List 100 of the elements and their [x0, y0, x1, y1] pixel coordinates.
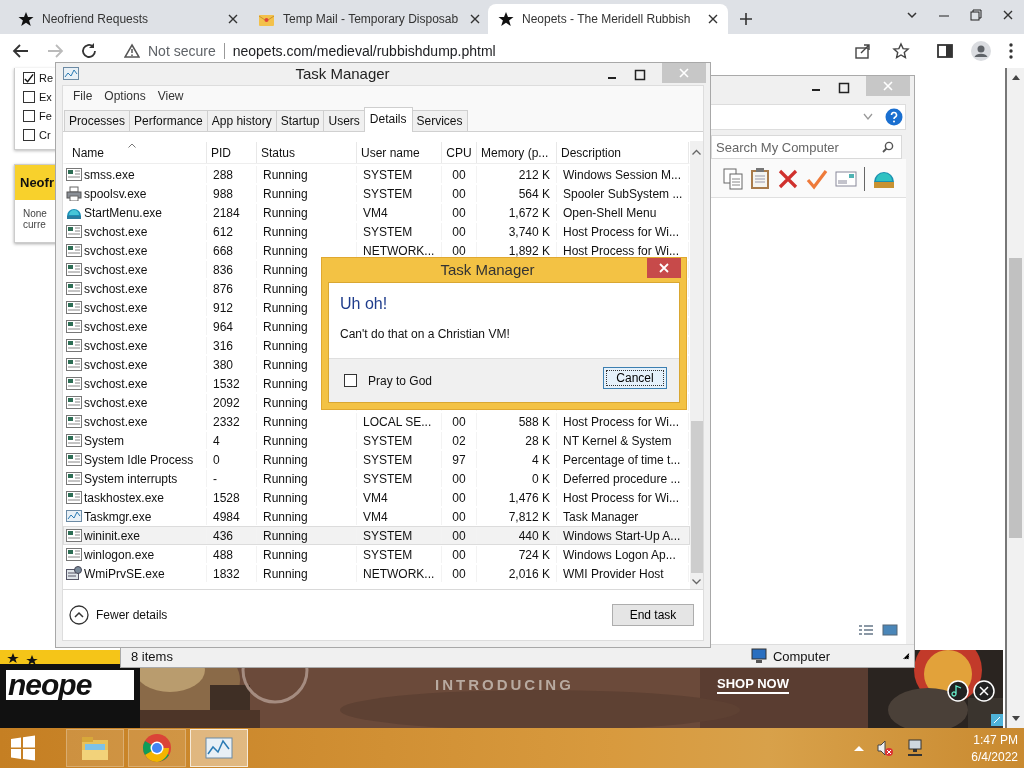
table-row[interactable]: smss.exe 288 Running SYSTEM 00 212 K Windows Session M...	[63, 165, 690, 184]
back-icon[interactable]	[12, 42, 30, 60]
delete-icon[interactable]	[777, 168, 799, 190]
checkbox[interactable]	[344, 374, 357, 387]
browser-tab[interactable]: Temp Mail - Temporary Disposab	[248, 4, 488, 34]
panel-text: None	[23, 208, 47, 219]
url-text[interactable]: neopets.com/medieval/rubbishdump.phtml	[232, 43, 496, 59]
end-task-button[interactable]: End task	[612, 604, 694, 626]
table-row[interactable]: System interrupts - Running SYSTEM 00 0 K Deferred procedure ...	[63, 469, 690, 488]
help-icon[interactable]	[885, 108, 903, 126]
table-cell: Spooler SubSystem ...	[563, 186, 683, 201]
table-cell: 1532	[213, 376, 240, 391]
checkmark-icon[interactable]	[806, 168, 828, 190]
column-header[interactable]: Memory (p...	[481, 145, 549, 160]
close-icon[interactable]	[226, 12, 240, 26]
column-header[interactable]: Name	[72, 145, 104, 160]
process-name: svchost.exe	[84, 319, 148, 334]
tab[interactable]: Services	[411, 110, 468, 131]
scroll-down-icon[interactable]	[1011, 716, 1020, 722]
scrollbar[interactable]	[690, 141, 703, 589]
table-row[interactable]: WmiPrvSE.exe 1832 Running NETWORK... 00 2,016 K WMI Provider Host	[63, 564, 690, 583]
browser-tab[interactable]: Neopets - The Meridell Rubbish	[488, 4, 728, 34]
table-cell: 0	[213, 452, 220, 467]
table-row[interactable]: StartMenu.exe 2184 Running VM4 00 1,672 K Open-Shell Menu	[63, 203, 690, 222]
maximize-icon[interactable]	[634, 69, 646, 81]
process-name: svchost.exe	[84, 338, 148, 353]
network-icon[interactable]	[906, 739, 924, 757]
sound-icon[interactable]	[947, 680, 969, 702]
checkbox[interactable]	[23, 110, 35, 122]
details-view-icon[interactable]	[858, 624, 874, 636]
table-cell: 3,740 K	[508, 224, 550, 239]
speaker-muted-icon[interactable]	[876, 739, 894, 757]
panel-text: curre	[23, 219, 46, 230]
table-cell: Running	[263, 167, 308, 182]
search-icon[interactable]	[882, 141, 894, 153]
page-scrollbar[interactable]	[1005, 68, 1024, 728]
table-row[interactable]: wininit.exe 436 Running SYSTEM 00 440 K Windows Start-Up A...	[63, 526, 690, 545]
menu-item[interactable]: View	[151, 89, 190, 103]
scroll-up-icon[interactable]	[692, 149, 701, 155]
close-icon[interactable]	[706, 12, 720, 26]
restore-icon[interactable]	[969, 8, 983, 22]
close-icon[interactable]	[1001, 8, 1015, 22]
table-row[interactable]: spoolsv.exe 988 Running SYSTEM 00 564 K Spooler SubSystem ...	[63, 184, 690, 203]
table-row[interactable]: taskhostex.exe 1528 Running VM4 00 1,476 K Host Process for Wi...	[63, 488, 690, 507]
large-icons-view-icon[interactable]	[882, 624, 898, 636]
start-icon[interactable]	[10, 735, 36, 761]
process-name: Taskmgr.exe	[84, 509, 152, 524]
column-header[interactable]: User name	[361, 145, 420, 160]
column-header[interactable]: CPU	[446, 145, 472, 160]
resize-grip-icon[interactable]	[902, 652, 910, 660]
column-header[interactable]: Status	[261, 145, 296, 160]
checkbox[interactable]	[23, 129, 35, 141]
close-icon[interactable]	[973, 680, 995, 702]
process-icon	[66, 319, 82, 334]
sort-icon[interactable]	[128, 143, 136, 148]
scroll-down-icon[interactable]	[692, 579, 701, 585]
tab[interactable]: Startup	[275, 110, 325, 131]
profile-icon[interactable]	[970, 40, 992, 62]
table-row[interactable]: Taskmgr.exe 4984 Running VM4 00 7,812 K Task Manager	[63, 507, 690, 526]
new-tab-icon[interactable]	[738, 11, 754, 27]
copy-icon[interactable]	[723, 168, 743, 190]
browser-tab[interactable]: Neofriend Requests	[8, 4, 248, 34]
search-field[interactable]: Search My Computer	[711, 135, 902, 159]
maximize-icon[interactable]	[838, 82, 850, 94]
star-outline-icon[interactable]	[892, 42, 910, 60]
dialog-heading: Uh oh!	[340, 295, 389, 313]
table-cell: 4 K	[532, 452, 550, 467]
tab[interactable]: Details	[363, 107, 413, 132]
tab[interactable]: Performance	[129, 110, 208, 131]
table-row[interactable]: System 4 Running SYSTEM 02 28 K NT Kernel & System	[63, 431, 690, 450]
process-icon	[66, 395, 82, 410]
column-header[interactable]: Description	[561, 145, 622, 160]
menu-item[interactable]: File	[67, 89, 99, 103]
table-row[interactable]: System Idle Process 0 Running SYSTEM 97 4 K Percentage of time t...	[63, 450, 690, 469]
table-cell: 00	[452, 243, 466, 258]
clipboard-icon[interactable]	[750, 168, 770, 190]
checkbox[interactable]	[23, 91, 35, 103]
table-cell: VM4	[363, 205, 388, 220]
table-row[interactable]: svchost.exe 2332 Running LOCAL SE... 00 588 K Host Process for Wi...	[63, 412, 690, 431]
process-icon	[66, 452, 82, 467]
table-row[interactable]: winlogon.exe 488 Running SYSTEM 00 724 K Windows Logon Ap...	[63, 545, 690, 564]
share-icon[interactable]	[854, 42, 872, 60]
security-label[interactable]: Not secure	[148, 43, 216, 59]
process-icon	[66, 224, 82, 239]
reload-icon[interactable]	[80, 42, 98, 60]
more-icon[interactable]	[1008, 42, 1014, 60]
tab[interactable]: Processes	[64, 110, 131, 131]
checkbox[interactable]	[23, 72, 35, 84]
process-name: taskhostex.exe	[84, 490, 165, 505]
scroll-up-icon[interactable]	[1011, 74, 1020, 80]
table-row[interactable]: svchost.exe 612 Running SYSTEM 00 3,740 K Host Process for Wi...	[63, 222, 690, 241]
cancel-button[interactable]: Cancel	[603, 367, 667, 389]
fewer-details-link[interactable]: Fewer details	[69, 605, 168, 625]
tab[interactable]: Users	[323, 110, 365, 131]
menu-item[interactable]: Options	[98, 89, 152, 103]
side-panel-icon[interactable]	[936, 42, 954, 60]
column-header[interactable]: PID	[211, 145, 231, 160]
taskbar-button[interactable]	[128, 729, 186, 767]
tab[interactable]: App history	[206, 110, 277, 131]
checkbox-label[interactable]: Pray to God	[368, 373, 433, 388]
